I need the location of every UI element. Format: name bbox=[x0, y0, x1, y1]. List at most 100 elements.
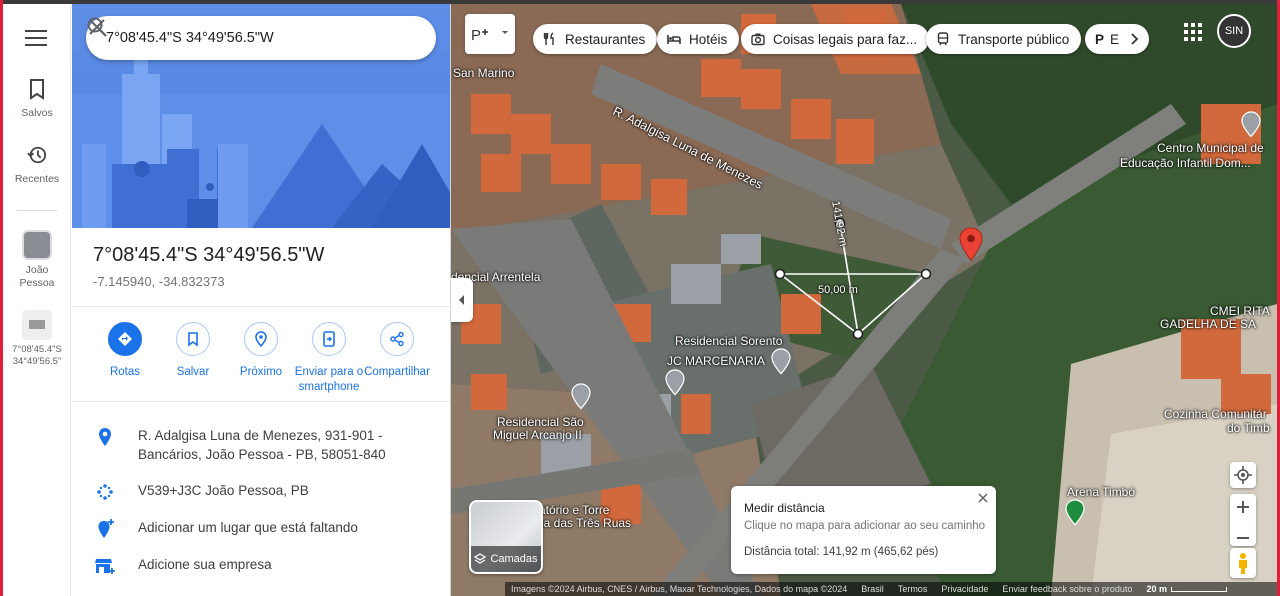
collapse-panel-button[interactable] bbox=[451, 278, 473, 322]
zoom-in-icon[interactable] bbox=[1230, 494, 1256, 520]
share-button[interactable]: Compartilhar bbox=[362, 322, 432, 380]
chip-restaurants-label: Restaurantes bbox=[565, 31, 646, 47]
chip-hotels[interactable]: Hotéis bbox=[657, 24, 740, 54]
phone-icon bbox=[323, 331, 335, 347]
send-to-phone-button[interactable]: Enviar para o smartphone bbox=[294, 322, 364, 395]
map-label-sao-miguel-2[interactable]: Miguel Arcanjo II bbox=[493, 428, 582, 442]
scale-bar[interactable]: 20 m bbox=[1146, 584, 1227, 594]
rail-place-label: João Pessoa bbox=[19, 264, 55, 289]
transit-icon bbox=[937, 32, 949, 46]
close-icon[interactable] bbox=[86, 16, 108, 38]
feedback-link[interactable]: Enviar feedback sobre o produto bbox=[1002, 584, 1132, 594]
map-label-san-marino[interactable]: San Marino bbox=[453, 66, 514, 80]
rail-recent[interactable]: Recentes bbox=[3, 144, 71, 185]
map-canvas[interactable]: P Restaurantes Hotéis Coisas legais para… bbox=[451, 4, 1277, 596]
terms-link[interactable]: Termos bbox=[898, 584, 928, 594]
map-label-sao-miguel-1[interactable]: Residencial São bbox=[497, 415, 584, 429]
country-link[interactable]: Brasil bbox=[861, 584, 884, 594]
store-icon bbox=[95, 559, 115, 574]
map-label-centro-2[interactable]: Educação Infantil Dom... bbox=[1120, 156, 1251, 170]
add-business-text: Adicione sua empresa bbox=[138, 557, 272, 572]
rail-recent-coordinates[interactable]: 7°08'45.4"S 34°49'56.5" bbox=[3, 310, 71, 368]
parking-icon: P bbox=[1095, 31, 1105, 47]
chevron-right-icon[interactable] bbox=[1129, 32, 1141, 46]
close-icon[interactable] bbox=[977, 492, 989, 504]
place-title: 7°08'45.4"S 34°49'56.5"W bbox=[93, 244, 325, 266]
layers-button[interactable]: Camadas bbox=[469, 500, 543, 574]
chip-things-to-do[interactable]: Coisas legais para faz... bbox=[741, 24, 930, 54]
place-thumbnail bbox=[22, 230, 52, 260]
address-row[interactable]: R. Adalgisa Luna de Menezes, 931-901 - B… bbox=[72, 422, 450, 466]
hero-illustration bbox=[72, 4, 450, 228]
rail-recent-label: Recentes bbox=[14, 173, 60, 185]
chip-things-label: Coisas legais para faz... bbox=[773, 31, 918, 47]
more-row bbox=[72, 588, 450, 596]
restaurant-icon bbox=[543, 32, 554, 45]
save-button[interactable]: Salvar bbox=[158, 322, 228, 380]
street-view-pegman[interactable] bbox=[1230, 548, 1256, 578]
bookmark-icon bbox=[188, 332, 198, 347]
directions-button[interactable]: Rotas bbox=[90, 322, 160, 380]
chevron-left-icon bbox=[459, 295, 464, 305]
my-location-button[interactable] bbox=[1230, 462, 1256, 488]
search-box bbox=[86, 16, 436, 60]
apps-grid-icon[interactable] bbox=[1183, 22, 1203, 42]
directions-icon bbox=[118, 332, 132, 346]
chip-transit[interactable]: Transporte público bbox=[926, 24, 1082, 54]
chip-restaurants[interactable]: Restaurantes bbox=[533, 24, 658, 54]
rail-divider bbox=[17, 210, 57, 211]
directions-mode-button[interactable]: P bbox=[465, 14, 515, 54]
add-place-row[interactable]: Adicionar um lugar que está faltando bbox=[72, 514, 450, 550]
address-line1: R. Adalgisa Luna de Menezes, 931-901 - bbox=[138, 428, 383, 443]
map-label-cmei-2[interactable]: GADELHA DE SA bbox=[1160, 317, 1256, 331]
chip-parking[interactable]: P E bbox=[1085, 24, 1150, 54]
share-label: Compartilhar bbox=[364, 366, 430, 378]
menu-icon[interactable] bbox=[25, 30, 47, 46]
map-label-cozinha-2[interactable]: do Timb bbox=[1227, 421, 1270, 435]
pegman-icon bbox=[1239, 553, 1247, 574]
map-label-cozinha-1[interactable]: Cozinha Comunitár bbox=[1164, 407, 1267, 421]
zoom-control bbox=[1230, 494, 1256, 546]
measure-total: Distância total: 141,92 m (465,62 pés) bbox=[744, 546, 939, 558]
layers-icon bbox=[474, 553, 487, 564]
directions-label: Rotas bbox=[109, 366, 141, 378]
map-footer: Imagens ©2024 Airbus, CNES / Airbus, Max… bbox=[505, 582, 1277, 596]
measure-label-horizontal: 50,00 m bbox=[818, 284, 858, 296]
left-rail: Salvos Recentes João Pessoa 7°08'45.4"S … bbox=[3, 4, 71, 596]
nearby-icon bbox=[255, 331, 267, 347]
place-panel: 7°08'45.4"S 34°49'56.5"W -7.145940, -34.… bbox=[72, 4, 451, 596]
divider bbox=[72, 306, 450, 307]
map-label-torre-1[interactable]: atório e Torre bbox=[539, 503, 609, 517]
rail-recent-joao-pessoa[interactable]: João Pessoa bbox=[3, 230, 71, 290]
map-label-arena[interactable]: Arena Timbó bbox=[1067, 485, 1135, 499]
plus-code-text: V539+J3C João Pessoa, PB bbox=[138, 483, 309, 498]
action-bar: Rotas Salvar Próximo Enviar para o smart… bbox=[88, 322, 438, 402]
measure-hint: Clique no mapa para adicionar ao seu cam… bbox=[744, 520, 986, 532]
layers-label: Camadas bbox=[490, 553, 538, 565]
map-label-cmei-1[interactable]: CMEI RITA bbox=[1210, 304, 1270, 318]
nearby-button[interactable]: Próximo bbox=[226, 322, 296, 380]
add-business-row[interactable]: Adicione sua empresa bbox=[72, 551, 450, 587]
map-label-torre-2[interactable]: ica das Três Ruas bbox=[535, 516, 631, 530]
label-icon bbox=[94, 592, 116, 596]
search-input[interactable] bbox=[106, 16, 346, 60]
chip-parking-label: E bbox=[1110, 31, 1120, 47]
plus-code-row[interactable]: V539+J3C João Pessoa, PB bbox=[72, 477, 450, 513]
map-label-marcenaria[interactable]: JC MARCENARIA bbox=[667, 354, 765, 368]
user-avatar[interactable]: SIN bbox=[1217, 14, 1251, 48]
rail-saved[interactable]: Salvos bbox=[3, 78, 71, 119]
svg-text:P: P bbox=[471, 27, 481, 44]
scale-label: 20 m bbox=[1146, 584, 1167, 594]
add-location-icon bbox=[98, 519, 114, 538]
bookmark-icon bbox=[30, 79, 44, 100]
share-icon bbox=[390, 331, 404, 347]
rail-saved-label: Salvos bbox=[21, 107, 53, 119]
map-label-sorento[interactable]: Residencial Sorento bbox=[675, 334, 782, 348]
place-thumbnail bbox=[22, 310, 52, 340]
privacy-link[interactable]: Privacidade bbox=[941, 584, 988, 594]
map-label-centro-1[interactable]: Centro Municipal de bbox=[1157, 141, 1264, 155]
rail-coord-line2: 34°49'56.5" bbox=[12, 356, 62, 367]
send-label-line1: Enviar para o bbox=[294, 366, 364, 378]
nearby-label: Próximo bbox=[239, 366, 283, 378]
divider bbox=[72, 401, 450, 402]
